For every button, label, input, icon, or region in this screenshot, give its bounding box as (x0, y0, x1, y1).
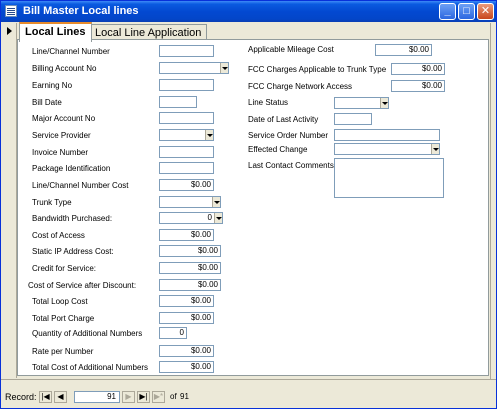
applicable-mileage-cost-label: Applicable Mileage Cost (248, 45, 334, 54)
minimize-button[interactable]: _ (439, 3, 456, 20)
left-field-combobox[interactable]: 0 (159, 212, 223, 224)
left-field-label: Credit for Service: (32, 264, 97, 273)
left-field-input[interactable]: $0.00 (159, 295, 214, 307)
left-field-input[interactable] (159, 112, 214, 124)
left-field-value: $0.00 (197, 280, 218, 289)
left-field-combobox[interactable] (159, 62, 229, 74)
last-record-button[interactable]: ▶| (137, 391, 150, 403)
date-last-activity-label: Date of Last Activity (248, 115, 319, 124)
left-field-label: Cost of Access (32, 231, 85, 240)
window-title: Bill Master Local lines (23, 5, 139, 17)
left-field-label: Quantity of Additional Numbers (32, 329, 143, 338)
line-status-label: Line Status (248, 98, 289, 107)
current-record-field[interactable]: 91 (74, 391, 120, 403)
left-field-input[interactable]: $0.00 (159, 279, 221, 291)
form-window: Bill Master Local lines _ □ ✕ Local Line… (0, 0, 497, 409)
left-field-value: $0.00 (190, 296, 211, 305)
left-field-label: Rate per Number (32, 347, 94, 356)
left-field-value: $0.00 (190, 230, 211, 239)
left-field-input[interactable]: $0.00 (159, 262, 221, 274)
of-label: of (170, 392, 177, 401)
form-icon (5, 5, 17, 17)
effected-change-combobox[interactable] (334, 143, 440, 155)
record-selector[interactable] (3, 23, 17, 378)
date-last-activity-field[interactable] (334, 113, 372, 125)
chevron-down-icon[interactable] (380, 98, 388, 108)
previous-record-button[interactable]: ◀ (54, 391, 67, 403)
left-field-value: $0.00 (190, 346, 211, 355)
left-field-input[interactable] (159, 146, 214, 158)
left-field-label: Static IP Address Cost: (32, 247, 114, 256)
left-field-value: 0 (179, 328, 184, 337)
left-field-label: Total Cost of Additional Numbers (32, 363, 149, 372)
left-field-input[interactable]: $0.00 (159, 179, 214, 191)
maximize-button[interactable]: □ (458, 3, 475, 20)
left-field-label: Earning No (32, 81, 73, 90)
title-bar[interactable]: Bill Master Local lines _ □ ✕ (1, 1, 496, 22)
record-navigator: Record: |◀ ◀ 91 ▶ ▶| ▶* of 91 (1, 391, 301, 405)
left-field-value: $0.00 (197, 246, 218, 255)
left-field-label: Cost of Service after Discount: (28, 281, 137, 290)
left-field-label: Total Port Charge (32, 314, 95, 323)
left-field-label: Major Account No (32, 114, 96, 123)
left-field-label: Line/Channel Number (32, 47, 110, 56)
fcc-network-field[interactable]: $0.00 (391, 80, 445, 92)
left-field-label: Line/Channel Number Cost (32, 181, 129, 190)
left-field-input[interactable] (159, 162, 214, 174)
left-field-value: $0.00 (190, 180, 211, 189)
chevron-down-icon[interactable] (431, 144, 439, 154)
left-field-input[interactable]: $0.00 (159, 245, 221, 257)
left-field-input[interactable] (159, 79, 214, 91)
left-field-input[interactable] (159, 96, 197, 108)
next-record-button[interactable]: ▶ (122, 391, 135, 403)
left-field-label: Invoice Number (32, 148, 89, 157)
left-field-label: Trunk Type (32, 198, 72, 207)
navigator-divider (1, 379, 496, 380)
left-field-value: $0.00 (190, 362, 211, 371)
first-record-button[interactable]: |◀ (39, 391, 52, 403)
fcc-trunk-field[interactable]: $0.00 (391, 63, 445, 75)
left-field-input[interactable]: $0.00 (159, 312, 214, 324)
chevron-down-icon[interactable] (214, 213, 222, 223)
total-records-count: 91 (180, 392, 189, 401)
last-contact-comments-field[interactable] (334, 158, 444, 198)
left-field-label: Billing Account No (32, 64, 97, 73)
left-field-input[interactable]: $0.00 (159, 229, 214, 241)
applicable-mileage-cost-field[interactable]: $0.00 (375, 44, 432, 56)
left-field-label: Bandwidth Purchased: (32, 214, 113, 223)
vertical-scrollbar[interactable] (490, 23, 496, 379)
left-field-value: $0.00 (190, 313, 211, 322)
left-field-combobox[interactable] (159, 129, 214, 141)
left-field-input[interactable] (159, 45, 214, 57)
fcc-trunk-label: FCC Charges Applicable to Trunk Type (248, 65, 387, 74)
close-button[interactable]: ✕ (477, 3, 494, 20)
service-order-number-field[interactable] (334, 129, 440, 141)
left-field-input[interactable]: 0 (159, 327, 187, 339)
left-field-label: Service Provider (32, 131, 91, 140)
left-field-input[interactable]: $0.00 (159, 345, 214, 357)
left-field-input[interactable]: $0.00 (159, 361, 214, 373)
left-field-value: $0.00 (197, 263, 218, 272)
new-record-button[interactable]: ▶* (152, 391, 165, 403)
left-field-label: Total Loop Cost (32, 297, 88, 306)
tab-local-lines[interactable]: Local Lines (19, 22, 92, 42)
left-field-label: Bill Date (32, 98, 62, 107)
chevron-down-icon[interactable] (205, 130, 213, 140)
last-contact-comments-label: Last Contact Comments (248, 161, 334, 170)
left-field-combobox[interactable] (159, 196, 221, 208)
left-field-label: Package Identification (32, 164, 111, 173)
chevron-down-icon[interactable] (212, 197, 220, 207)
record-label: Record: (5, 392, 37, 402)
service-order-number-label: Service Order Number (248, 131, 329, 140)
effected-change-label: Effected Change (248, 145, 308, 154)
line-status-combobox[interactable] (334, 97, 389, 109)
chevron-down-icon[interactable] (220, 63, 228, 73)
current-record-arrow-icon (7, 27, 12, 35)
fcc-network-label: FCC Charge Network Access (248, 82, 353, 91)
